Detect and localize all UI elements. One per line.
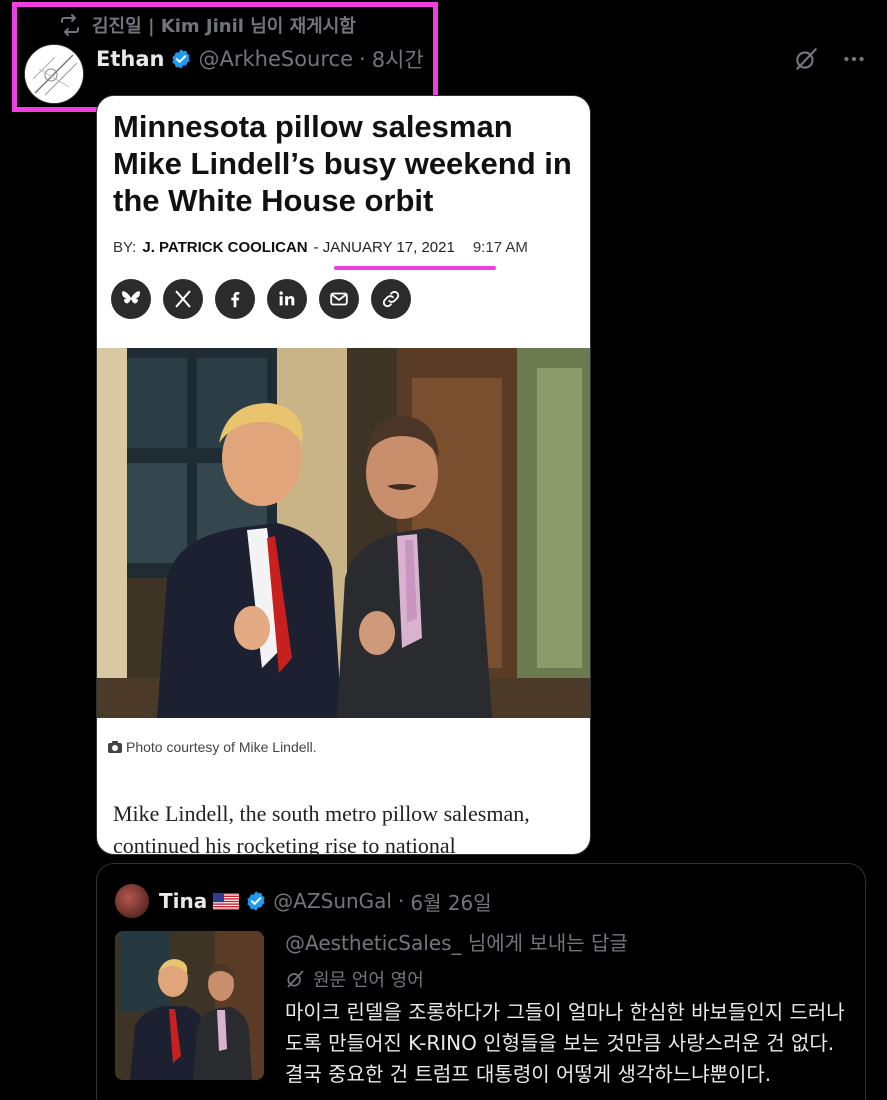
quoted-media-thumbnail[interactable] xyxy=(115,931,264,1080)
quoted-author-handle[interactable]: @AZSunGal xyxy=(273,889,392,913)
thumbnail-illustration xyxy=(115,931,264,1080)
caption-text: Photo courtesy of Mike Lindell. xyxy=(126,739,317,755)
article-byline: BY: J. PATRICK COOLICAN - JANUARY 17, 20… xyxy=(113,239,528,256)
facebook-icon xyxy=(215,279,255,319)
quoted-tweet-header: Tina @AZSunGal · 6월 26일 xyxy=(115,884,492,918)
article-photo xyxy=(97,348,590,718)
x-icon xyxy=(163,279,203,319)
article-body-text: Mike Lindell, the south metro pillow sal… xyxy=(113,801,530,855)
tweet-actions xyxy=(793,46,867,72)
camera-icon xyxy=(108,741,122,753)
quoted-author-avatar[interactable] xyxy=(115,884,149,918)
more-options-icon[interactable] xyxy=(841,46,867,72)
date-highlight-underline xyxy=(334,266,496,270)
tweet-media-image[interactable]: Minnesota pillow salesman Mike Lindell’s… xyxy=(96,95,591,855)
article-share-row xyxy=(111,279,411,319)
us-flag-icon xyxy=(213,892,240,910)
photo-illustration xyxy=(97,348,590,718)
byline-prefix: BY: xyxy=(113,239,137,256)
translate-label: 원문 언어 영어 xyxy=(313,970,424,991)
byline-author: J. PATRICK COOLICAN xyxy=(142,239,308,256)
quoted-author-name[interactable]: Tina xyxy=(159,889,207,913)
byline-time: 9:17 AM xyxy=(472,239,528,256)
quoted-tweet-text: 마이크 린델을 조롱하다가 그들이 얼마나 한심한 바보들인지 드러나도록 만들… xyxy=(285,1000,845,1086)
quoted-tweet-card[interactable]: Tina @AZSunGal · 6월 26일 @AestheticSales_… xyxy=(96,863,866,1100)
quoted-post-time[interactable]: 6월 26일 xyxy=(410,887,491,916)
reply-to-line[interactable]: @AestheticSales_ 님에게 보내는 답글 xyxy=(285,927,628,956)
quoted-verified-badge-icon[interactable] xyxy=(245,890,267,912)
quoted-separator-dot: · xyxy=(397,889,405,913)
linkedin-icon xyxy=(267,279,307,319)
byline-date: - JANUARY 17, 2021 xyxy=(313,239,455,256)
email-icon xyxy=(319,279,359,319)
link-icon xyxy=(371,279,411,319)
grok-icon[interactable] xyxy=(793,46,819,72)
translate-indicator[interactable]: 원문 언어 영어 xyxy=(285,966,424,992)
photo-caption: Photo courtesy of Mike Lindell. xyxy=(108,739,317,755)
article-headline: Minnesota pillow salesman Mike Lindell’s… xyxy=(113,109,572,218)
bluesky-icon xyxy=(111,279,151,319)
grok-translate-icon xyxy=(287,970,304,988)
